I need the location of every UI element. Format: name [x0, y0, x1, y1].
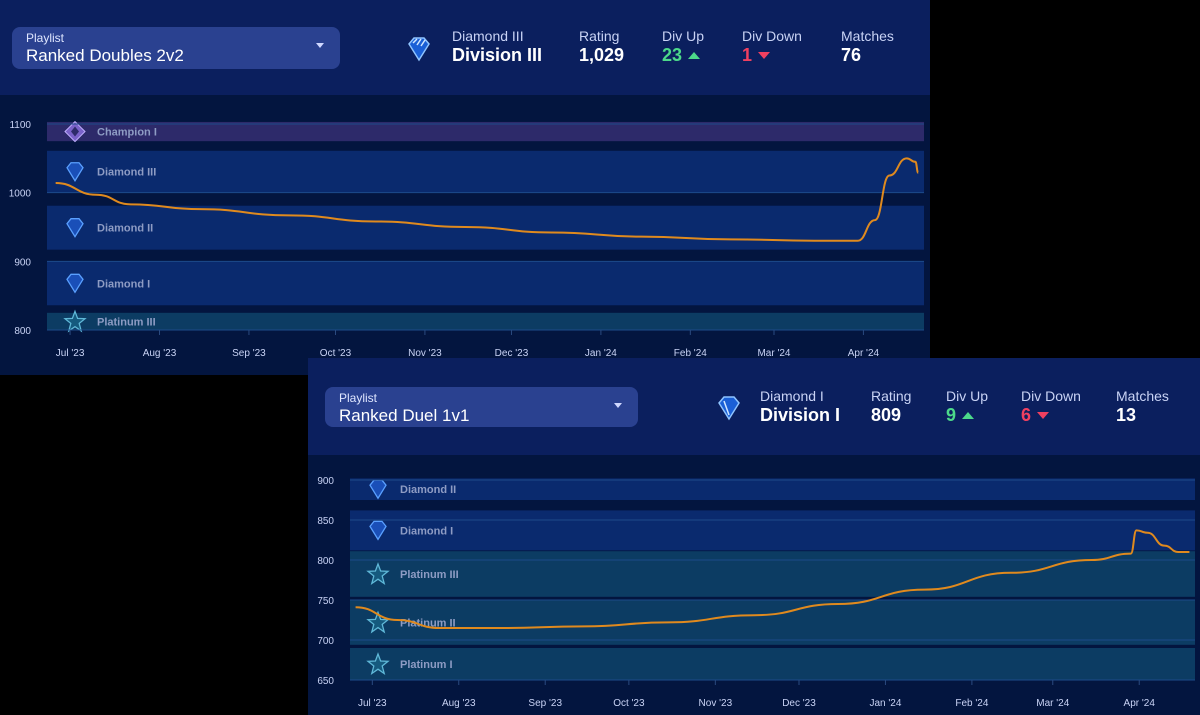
div-down-value: 1	[742, 45, 753, 65]
rank-panel-duel: Playlist Ranked Duel 1v1 Diamond I Divisi…	[308, 358, 1200, 715]
rank-band-label: Diamond I	[400, 525, 453, 537]
rank-stat: Diamond I Division I	[760, 388, 840, 426]
y-tick-label: 750	[317, 596, 334, 607]
diamond-rank-icon	[408, 37, 430, 62]
rating-stat: Rating 809	[871, 388, 911, 426]
y-tick-label: 650	[317, 676, 334, 687]
rank-band-label: Platinum III	[97, 316, 156, 328]
x-tick-label: Jul '23	[56, 348, 85, 359]
rank-band-label: Diamond II	[97, 223, 153, 235]
x-tick-label: Jan '24	[869, 698, 901, 709]
rank-stat: Diamond III Division III	[452, 28, 542, 66]
x-tick-label: Apr '24	[1124, 698, 1156, 709]
div-down-value: 6	[1021, 405, 1032, 425]
rank-band	[47, 261, 924, 306]
div-up-label: Div Up	[662, 28, 705, 44]
playlist-label: Playlist	[26, 31, 65, 45]
div-up-stat: Div Up 9	[946, 388, 988, 426]
div-down-label: Div Down	[1021, 388, 1081, 404]
x-tick-label: Aug '23	[442, 698, 476, 709]
rank-band	[47, 121, 924, 142]
x-tick-label: Aug '23	[143, 348, 177, 359]
division-value: Division I	[760, 405, 841, 425]
div-up-label: Div Up	[946, 388, 989, 404]
matches-label: Matches	[1116, 388, 1169, 404]
rank-band	[47, 312, 924, 330]
x-tick-label: Mar '24	[1036, 698, 1069, 709]
rating-value: 1,029	[579, 45, 625, 65]
rank-name: Diamond I	[760, 388, 824, 404]
panel-header: Playlist Ranked Duel 1v1 Diamond I Divisi…	[308, 358, 1200, 455]
rank-panel-doubles: Playlist Ranked Doubles 2v2 Diamond III D…	[0, 0, 930, 375]
y-tick-label: 850	[317, 516, 334, 527]
chevron-down-icon	[316, 43, 324, 48]
matches-label: Matches	[841, 28, 894, 44]
div-down-stat: Div Down 6	[1021, 388, 1081, 426]
y-tick-label: 1100	[9, 120, 31, 131]
y-tick-label: 1000	[9, 189, 32, 200]
rank-band-label: Diamond III	[97, 167, 156, 179]
arrow-down-icon	[1037, 412, 1050, 419]
div-up-value: 23	[662, 45, 683, 65]
x-tick-label: Jul '23	[358, 698, 387, 709]
matches-stat: Matches 76	[841, 28, 894, 66]
playlist-value: Ranked Doubles 2v2	[26, 46, 184, 65]
y-tick-label: 700	[317, 636, 334, 647]
rank-band-label: Champion I	[97, 127, 157, 139]
chevron-down-icon	[614, 403, 622, 408]
x-tick-label: Dec '23	[782, 698, 816, 709]
div-up-stat: Div Up 23	[662, 28, 704, 66]
playlist-label: Playlist	[339, 391, 378, 405]
rating-label: Rating	[579, 28, 620, 44]
div-down-label: Div Down	[742, 28, 802, 44]
arrow-up-icon	[962, 412, 975, 419]
x-tick-label: Feb '24	[955, 698, 988, 709]
arrow-down-icon	[758, 52, 771, 59]
arrow-up-icon	[688, 52, 701, 59]
x-tick-label: Oct '23	[613, 698, 645, 709]
rank-band	[47, 150, 924, 193]
playlist-dropdown[interactable]: Playlist Ranked Duel 1v1	[325, 387, 638, 427]
y-tick-label: 900	[317, 476, 334, 487]
div-down-stat: Div Down 1	[742, 28, 802, 66]
rank-band-label: Diamond II	[400, 484, 456, 496]
matches-value: 76	[841, 45, 862, 65]
panel-header: Playlist Ranked Doubles 2v2 Diamond III D…	[0, 0, 930, 95]
rating-history-chart: Diamond II Diamond I Platinum III Platinum …	[317, 476, 1195, 709]
y-tick-label: 800	[317, 556, 334, 567]
rating-history-chart: Champion I Diamond III Diamond II Diamond I…	[9, 120, 924, 359]
x-tick-label: Nov '23	[699, 698, 733, 709]
rank-band-label: Diamond I	[97, 278, 150, 290]
rank-band-label: Platinum III	[400, 569, 459, 581]
rank-band	[350, 510, 1195, 551]
playlist-dropdown[interactable]: Playlist Ranked Doubles 2v2	[12, 27, 340, 69]
y-tick-label: 900	[14, 257, 31, 268]
rank-band-label: Platinum I	[400, 659, 453, 671]
x-tick-label: Sep '23	[232, 348, 266, 359]
rating-stat: Rating 1,029	[579, 28, 624, 66]
rating-label: Rating	[871, 388, 912, 404]
rank-band	[350, 600, 1195, 645]
div-up-value: 9	[946, 405, 957, 425]
rank-name: Diamond III	[452, 28, 524, 44]
matches-stat: Matches 13	[1116, 388, 1169, 426]
x-tick-label: Sep '23	[528, 698, 562, 709]
playlist-value: Ranked Duel 1v1	[339, 406, 470, 425]
diamond-rank-icon	[718, 396, 740, 421]
division-value: Division III	[452, 45, 543, 65]
matches-value: 13	[1116, 405, 1137, 425]
rank-band	[350, 551, 1195, 597]
y-tick-label: 800	[14, 326, 31, 337]
rank-band	[350, 648, 1195, 680]
rank-band	[350, 478, 1195, 500]
rating-value: 809	[871, 405, 902, 425]
